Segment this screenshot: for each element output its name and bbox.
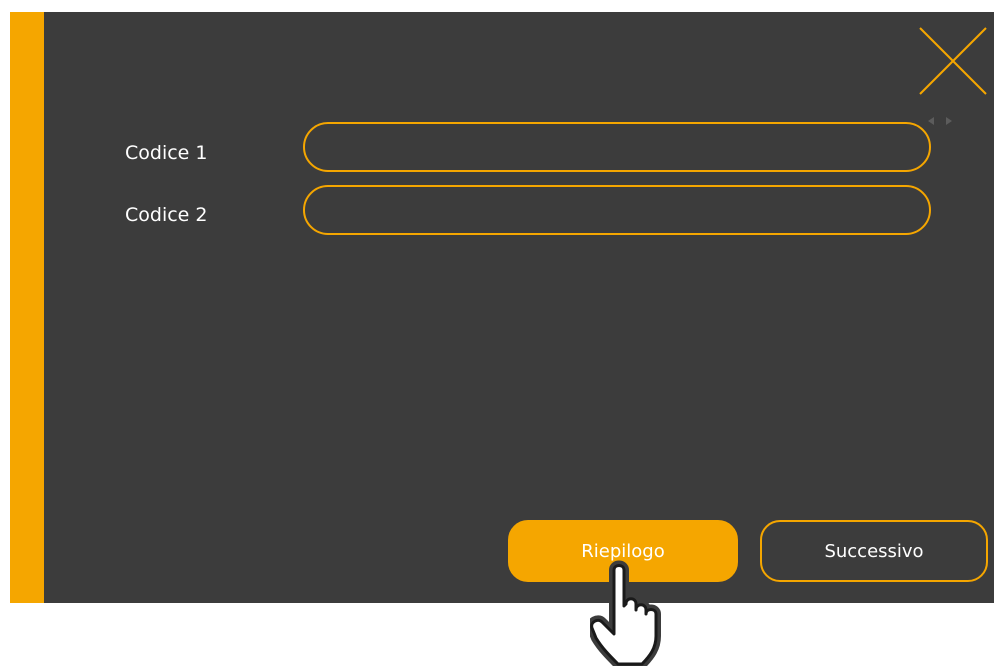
successivo-button-label: Successivo [824, 540, 924, 562]
form-panel: Codice 1 Codice 2 Riepilogo Successivo [10, 12, 994, 603]
hand-pointer-icon [590, 560, 661, 666]
close-button[interactable] [918, 26, 988, 96]
codice-1-label: Codice 1 [125, 142, 208, 164]
codice-2-label: Codice 2 [125, 204, 208, 226]
arrow-left-icon[interactable] [927, 116, 935, 126]
codice-1-input[interactable] [303, 122, 931, 172]
successivo-button[interactable]: Successivo [760, 520, 988, 582]
accent-bar [10, 12, 44, 603]
codice-2-input[interactable] [303, 185, 931, 235]
close-icon [919, 27, 987, 95]
scroll-arrows [927, 116, 957, 126]
riepilogo-button-label: Riepilogo [581, 540, 665, 562]
arrow-right-icon[interactable] [945, 116, 953, 126]
